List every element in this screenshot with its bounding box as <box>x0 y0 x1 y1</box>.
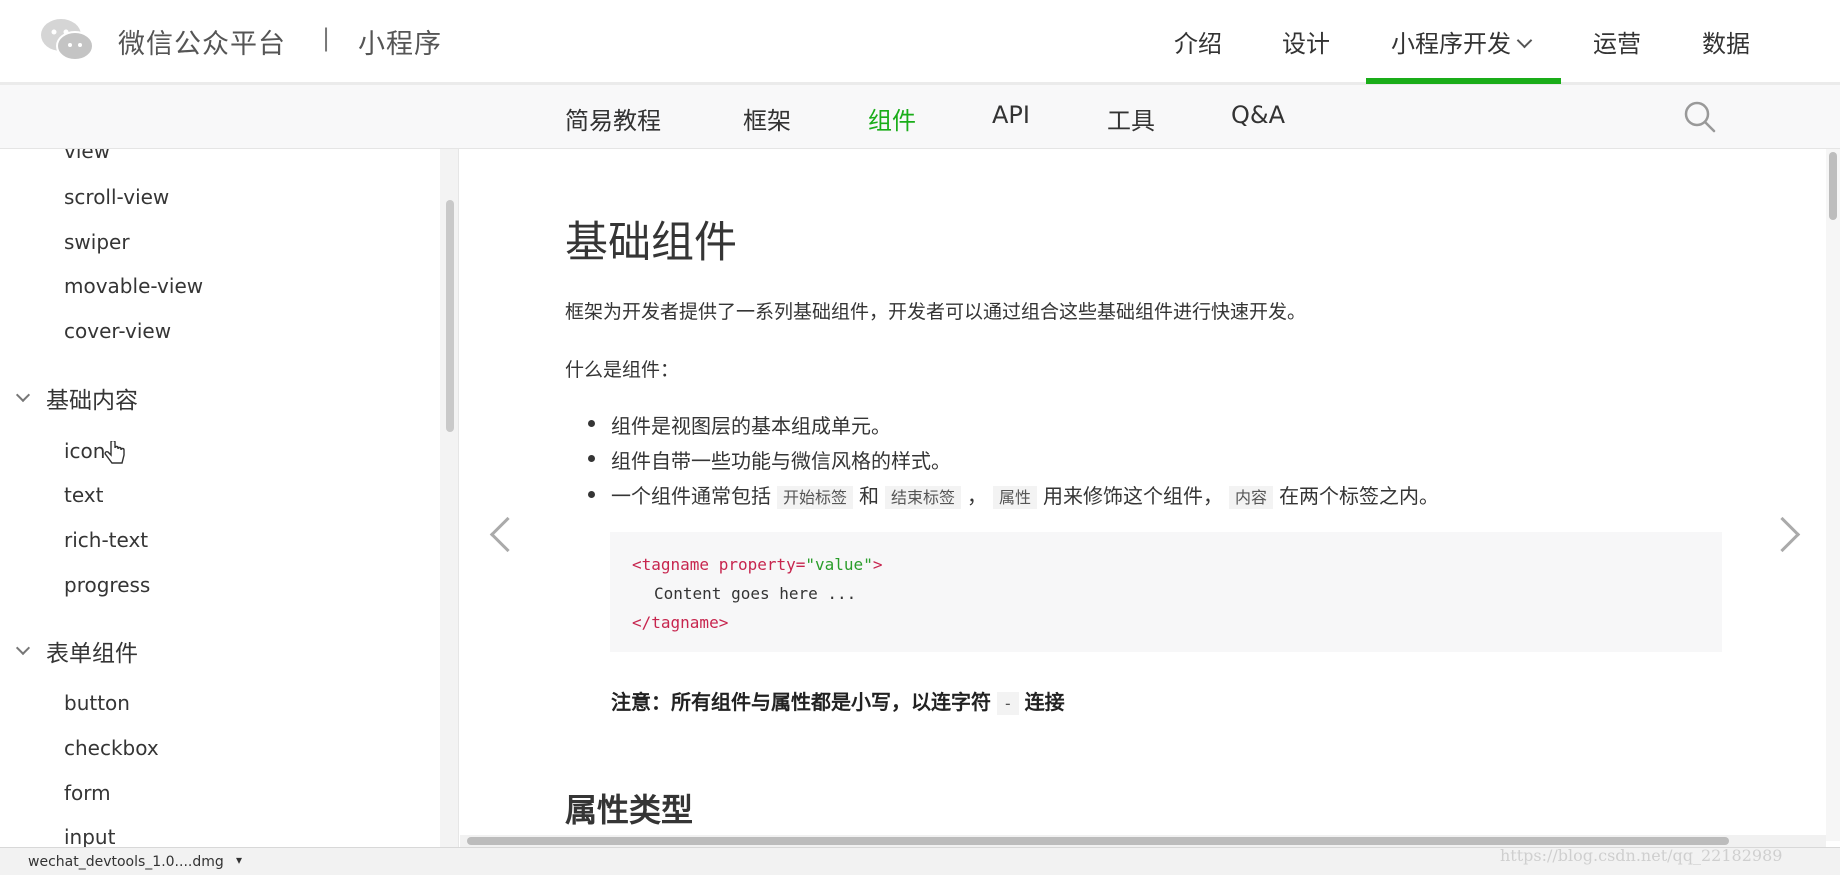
list-item: 组件是视图层的基本组成单元。 <box>611 414 891 438</box>
code-close-tag: </tagname> <box>632 613 729 632</box>
download-menu-icon[interactable]: ▾ <box>236 853 248 869</box>
content-scrollbar-track[interactable] <box>1826 149 1840 841</box>
list-item: 组件自带一些功能与微信风格的样式。 <box>611 449 951 473</box>
sidebar: view scroll-view swiper movable-view cov… <box>0 149 440 847</box>
nav-operation[interactable]: 运营 <box>1593 24 1641 59</box>
download-file-name[interactable]: wechat_devtools_1.0....dmg <box>28 854 224 870</box>
page-title: 基础组件 <box>565 218 737 268</box>
search-icon[interactable] <box>1684 101 1716 133</box>
note-pre: 注意：所有组件与属性都是小写，以连字符 <box>611 690 991 714</box>
nav-intro[interactable]: 介绍 <box>1174 24 1222 59</box>
intro-paragraph: 框架为开发者提供了一系列基础组件，开发者可以通过组合这些基础组件进行快速开发。 <box>565 301 1307 323</box>
sidebar-item-progress[interactable]: progress <box>64 573 150 597</box>
chevron-down-icon[interactable] <box>15 387 31 403</box>
code-line-2: Content goes here ... <box>654 584 857 603</box>
bullet3-text-5: 在两个标签之内。 <box>1279 484 1440 508</box>
sidebar-item-view[interactable]: view <box>64 149 110 163</box>
brand-separator: | <box>322 24 331 52</box>
code-open-tag: <tagname property= <box>632 555 806 574</box>
hand-cursor-icon <box>104 441 125 464</box>
code-open-tag-end: > <box>872 555 883 574</box>
list-item: 一个组件通常包括 开始标签和结束标签，属性 用来修饰这个组件， 内容 在两个标签之内。 <box>611 480 1439 509</box>
nav-dev[interactable]: 小程序开发 <box>1391 24 1533 59</box>
sidebar-item-rich-text[interactable]: rich-text <box>64 528 148 552</box>
sidebar-item-swiper[interactable]: swiper <box>64 230 130 254</box>
nav-dev-label: 小程序开发 <box>1391 30 1511 58</box>
content-scrollbar-thumb[interactable] <box>1829 152 1837 220</box>
bullet-dot <box>588 491 595 498</box>
bullet3-text-2: 和 <box>859 484 880 508</box>
tab-framework[interactable]: 框架 <box>743 101 791 136</box>
bullet3-text-3: ， <box>967 484 988 508</box>
active-nav-underline <box>1366 78 1561 84</box>
horizontal-scrollbar-thumb[interactable] <box>467 837 1729 845</box>
chevron-down-icon <box>1516 32 1533 49</box>
sidebar-item-icon[interactable]: icon <box>64 439 105 463</box>
inline-code-end-tag: 结束标签 <box>885 486 962 509</box>
brand-title[interactable]: 微信公众平台 <box>118 22 286 61</box>
inline-code-attribute: 属性 <box>993 486 1038 509</box>
bullet-dot <box>588 455 595 462</box>
sidebar-item-input[interactable]: input <box>64 825 115 847</box>
sub-nav: 简易教程 框架 组件 API 工具 Q&A <box>0 85 1840 149</box>
sidebar-item-cover-view[interactable]: cover-view <box>64 319 171 343</box>
tab-qa[interactable]: Q&A <box>1231 101 1285 129</box>
sidebar-item-button[interactable]: button <box>64 691 130 715</box>
sidebar-item-form[interactable]: form <box>64 781 111 805</box>
code-line-1: <tagname property="value"> <box>632 550 1700 579</box>
note-text: 注意：所有组件与属性都是小写，以连字符 - 连接 <box>611 686 1065 715</box>
sidebar-item-checkbox[interactable]: checkbox <box>64 736 159 760</box>
tab-tutorial[interactable]: 简易教程 <box>565 101 661 136</box>
wechat-logo-icon[interactable] <box>39 18 95 62</box>
sidebar-item-scroll-view[interactable]: scroll-view <box>64 185 169 209</box>
watermark: https://blog.csdn.net/qq_22182989 <box>1500 846 1783 865</box>
bullet3-text-4: 用来修饰这个组件， <box>1043 484 1224 508</box>
what-is-paragraph: 什么是组件： <box>565 359 680 381</box>
tab-tools[interactable]: 工具 <box>1107 101 1155 136</box>
nav-design[interactable]: 设计 <box>1282 24 1330 59</box>
top-header: 微信公众平台 | 小程序 介绍 设计 小程序开发 运营 数据 <box>0 0 1840 85</box>
sidebar-group-basic[interactable]: 基础内容 <box>46 381 138 415</box>
sidebar-item-movable-view[interactable]: movable-view <box>64 274 203 298</box>
section-heading: 属性类型 <box>565 791 694 829</box>
tab-components[interactable]: 组件 <box>868 101 916 136</box>
sidebar-group-form[interactable]: 表单组件 <box>46 634 138 668</box>
nav-data[interactable]: 数据 <box>1702 24 1750 59</box>
inline-code-content: 内容 <box>1229 486 1274 509</box>
tab-api[interactable]: API <box>992 101 1030 129</box>
code-block: <tagname property="value"> Content goes … <box>610 532 1722 652</box>
chevron-down-icon[interactable] <box>15 640 31 656</box>
bullet-dot <box>588 420 595 427</box>
product-title[interactable]: 小程序 <box>358 22 442 61</box>
code-attr-value: "value" <box>805 555 873 574</box>
inline-code-hyphen: - <box>997 692 1019 715</box>
sidebar-scrollbar-thumb[interactable] <box>446 200 454 432</box>
sidebar-item-text[interactable]: text <box>64 483 103 507</box>
note-post: 连接 <box>1024 690 1065 714</box>
inline-code-start-tag: 开始标签 <box>777 486 854 509</box>
bullet3-text-1: 一个组件通常包括 <box>611 484 771 508</box>
